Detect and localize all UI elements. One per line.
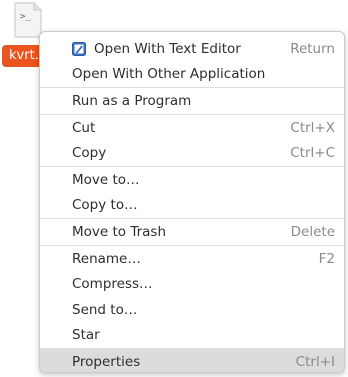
menu-item-shortcut: Ctrl+X bbox=[290, 119, 335, 136]
menu-item-label: Open With Other Application bbox=[72, 66, 266, 83]
menu-item-compress[interactable]: Compress… bbox=[40, 271, 344, 297]
menu-item-label: Rename… bbox=[72, 250, 141, 267]
menu-section-open: Open With Text Editor Return Open With O… bbox=[40, 36, 344, 89]
menu-item-open-with-other-application[interactable]: Open With Other Application bbox=[40, 62, 344, 88]
menu-item-send-to[interactable]: Send to… bbox=[40, 297, 344, 323]
menu-section-properties: Properties Ctrl+I bbox=[40, 349, 344, 372]
menu-item-open-with-text-editor[interactable]: Open With Text Editor Return bbox=[40, 36, 344, 62]
menu-item-label: Properties bbox=[72, 353, 141, 370]
menu-item-properties[interactable]: Properties Ctrl+I bbox=[40, 349, 344, 372]
menu-item-rename[interactable]: Rename… F2 bbox=[40, 246, 344, 272]
menu-item-label: Open With Text Editor bbox=[94, 40, 241, 57]
menu-item-label: Move to… bbox=[72, 171, 140, 188]
menu-item-move-to[interactable]: Move to… bbox=[40, 167, 344, 193]
menu-item-label: Cut bbox=[72, 119, 96, 136]
menu-item-copy-to[interactable]: Copy to… bbox=[40, 193, 344, 219]
menu-item-label: Run as a Program bbox=[72, 92, 192, 109]
menu-item-label: Move to Trash bbox=[72, 223, 167, 240]
terminal-script-icon[interactable]: >_ bbox=[14, 2, 42, 38]
menu-section-clipboard: Cut Ctrl+X Copy Ctrl+C bbox=[40, 115, 344, 167]
menu-item-shortcut: F2 bbox=[318, 250, 335, 267]
menu-section-move-copy: Move to… Copy to… bbox=[40, 167, 344, 220]
menu-item-label: Send to… bbox=[72, 301, 138, 318]
desktop: >_ kvrt... Open With Text Editor Return … bbox=[0, 0, 348, 377]
menu-item-label: Copy to… bbox=[72, 197, 138, 214]
menu-item-shortcut: Ctrl+C bbox=[290, 145, 335, 162]
menu-item-label: Copy bbox=[72, 145, 107, 162]
menu-section-file-actions: Rename… F2 Compress… Send to… Star bbox=[40, 246, 344, 350]
context-menu: Open With Text Editor Return Open With O… bbox=[39, 31, 345, 373]
menu-item-label: Star bbox=[72, 327, 100, 344]
menu-item-shortcut: Ctrl+I bbox=[295, 353, 335, 370]
svg-text:>_: >_ bbox=[20, 12, 31, 22]
menu-item-run-as-program[interactable]: Run as a Program bbox=[40, 88, 344, 114]
menu-section-run: Run as a Program bbox=[40, 88, 344, 115]
menu-item-copy[interactable]: Copy Ctrl+C bbox=[40, 140, 344, 166]
menu-item-move-to-trash[interactable]: Move to Trash Delete bbox=[40, 219, 344, 245]
menu-item-label: Compress… bbox=[72, 276, 153, 293]
text-editor-icon bbox=[72, 42, 86, 56]
menu-section-trash: Move to Trash Delete bbox=[40, 219, 344, 246]
menu-item-shortcut: Delete bbox=[290, 223, 335, 240]
menu-item-shortcut: Return bbox=[290, 40, 335, 57]
menu-item-cut[interactable]: Cut Ctrl+X bbox=[40, 115, 344, 141]
menu-item-star[interactable]: Star bbox=[40, 323, 344, 349]
